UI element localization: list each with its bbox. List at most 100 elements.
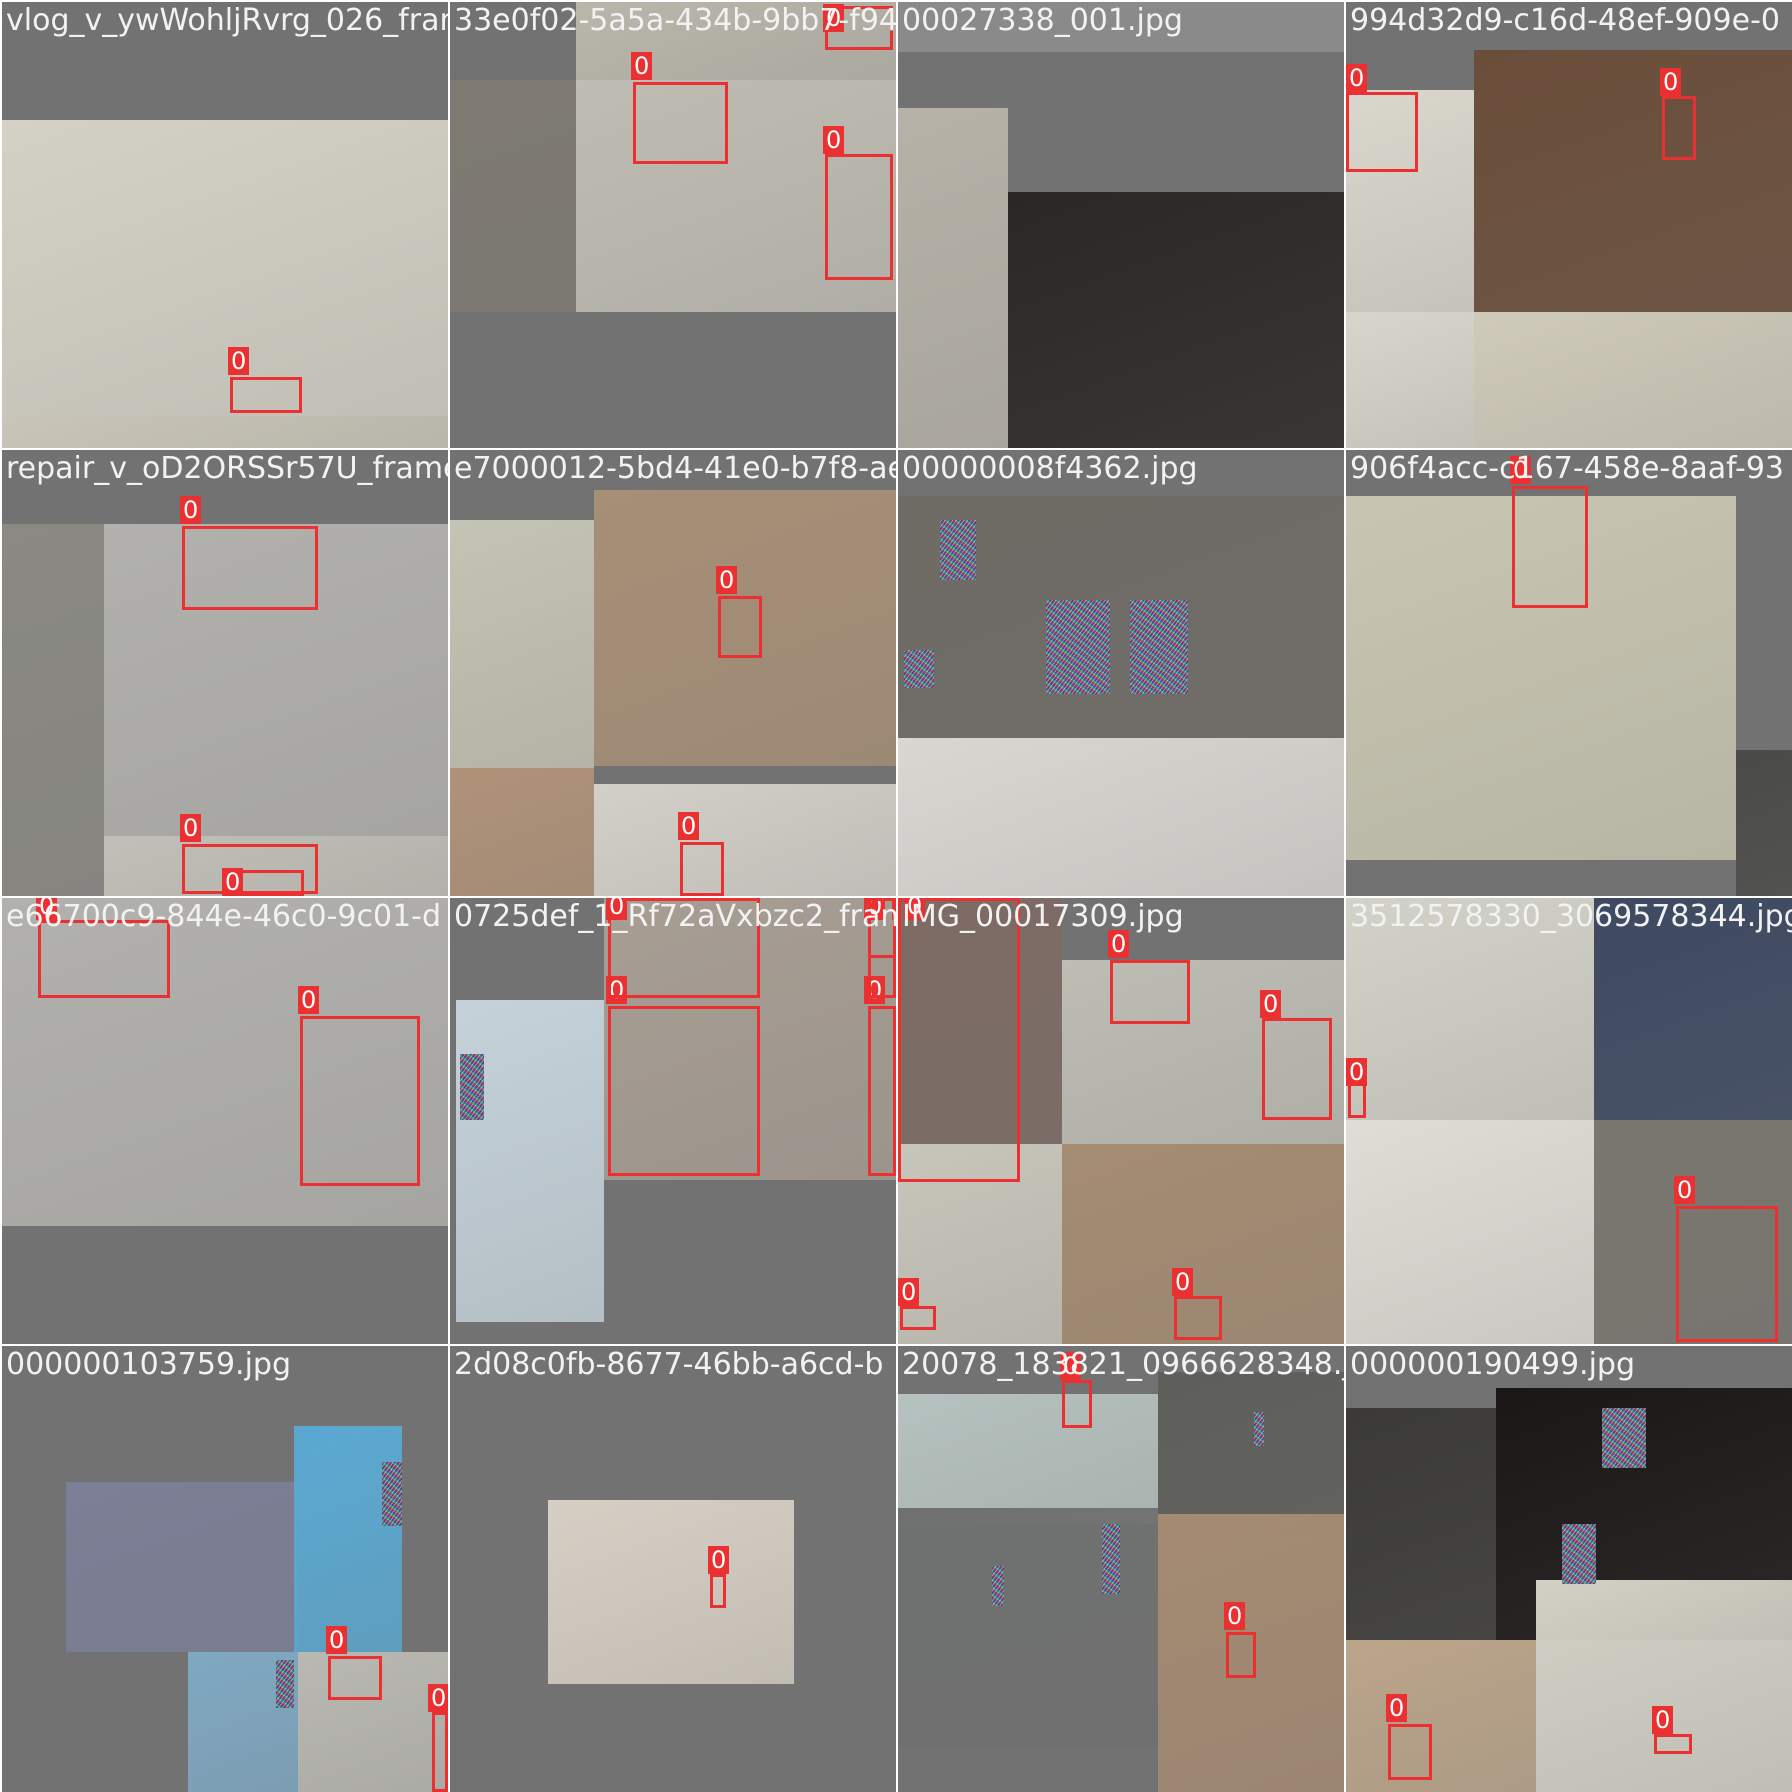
photo [1346,898,1594,1120]
detection-label: 0 [180,496,202,524]
mosaic-tile: 0 0 0 0 0 IMG_00017309.jpg [898,898,1344,1344]
mosaic-tile: 0 0 0 0 0 0725def_1_Rf72aVxbzc2_frame000… [450,898,896,1344]
detection-label: 0 [678,812,700,840]
detection-label: 0 [1386,1694,1408,1722]
image-filename: 2d08c0fb-8677-46bb-a6cd-b [454,1347,884,1382]
mosaic-tile: 0 0 000000103759.jpg [2,1346,448,1792]
detection-label: 0 [1660,68,1682,96]
detection-box [608,898,760,998]
image-filename: 994d32d9-c16d-48ef-909e-0 [1350,3,1780,38]
mosaic-tile: 0 0 20078_183821_0966628348.jpg [898,1346,1344,1792]
detection-box [710,1574,726,1608]
detection-box [1226,1632,1256,1678]
detection-box [1512,486,1588,608]
photo [1158,1372,1344,1534]
detection-box [300,1016,420,1186]
photo [2,416,448,448]
photo [548,1500,794,1684]
detection-box [680,842,724,896]
photo [1008,192,1344,448]
detection-box [230,377,302,413]
detection-label: 0 [1510,456,1532,484]
photo [1346,1120,1594,1344]
privacy-noise-patch [1602,1408,1646,1468]
detection-label: 0 [1060,1352,1082,1380]
photo [66,1482,298,1652]
detection-box [633,82,728,164]
photo [294,1426,402,1652]
detection-box [1062,1380,1092,1428]
detection-label: 0 [36,898,58,920]
detection-box [1262,1018,1332,1120]
detection-label: 0 [823,126,845,154]
privacy-noise-patch [1046,600,1110,694]
photo [450,768,594,896]
photo [1594,898,1792,1120]
privacy-noise-patch [992,1566,1004,1606]
detection-label: 0 [904,898,926,920]
mosaic-tile: 0 0 994d32d9-c16d-48ef-909e-0 [1346,2,1792,448]
privacy-noise-patch [460,1054,484,1120]
image-filename: repair_v_oD2ORSSr57U_frame000125.jpg [6,451,448,486]
photo [2,120,448,416]
detection-box [1654,1734,1692,1754]
image-filename: 000000103759.jpg [6,1347,291,1382]
detection-label: 0 [892,898,896,920]
mosaic-tile: 0 0 e7000012-5bd4-41e0-b7f8-ae000006f643… [450,450,896,896]
detection-label: 0 [1674,1176,1696,1204]
photo [450,520,594,768]
mosaic-grid: 0 vlog_v_ywWohljRvrg_026_frame000016.jpg… [0,0,1792,1792]
image-filename: e7000012-5bd4-41e0-b7f8-ae000006f6433.jp… [454,451,896,486]
detection-label: 0 [1172,1268,1194,1296]
detection-box [1346,92,1418,172]
detection-box [328,1656,382,1700]
photo [2,524,104,896]
mosaic-tile: 0 0 0 33e0f02-5a5a-434b-9bb7-f9426f89838… [450,2,896,448]
photo [898,2,1344,52]
mosaic-tile: 0 906f4acc-c167-458e-8aaf-93 [1346,450,1792,896]
photo [1736,750,1792,896]
detection-box [182,526,318,610]
image-filename: 00000008f4362.jpg [902,451,1198,486]
detection-label: 0 [1224,1602,1246,1630]
detection-label: 0 [428,1684,448,1712]
photo [898,108,1008,448]
detection-box [38,920,170,998]
detection-label: 0 [1652,1706,1674,1734]
photo [898,1394,1158,1524]
privacy-noise-patch [1130,600,1188,694]
mosaic-tile: 0 2d08c0fb-8677-46bb-a6cd-b [450,1346,896,1792]
photo [1346,1640,1536,1792]
detection-box [1662,96,1696,160]
detection-label: 0 [1108,930,1130,958]
photo [456,1000,604,1322]
photo [898,738,1344,896]
privacy-noise-patch [904,650,934,688]
detection-box [1676,1206,1778,1342]
image-filename: 000000190499.jpg [1350,1347,1635,1382]
image-filename: vlog_v_ywWohljRvrg_026_frame000016.jpg [6,3,448,38]
detection-label: 0 [631,52,653,80]
photo [1474,312,1792,448]
detection-box [868,1006,896,1176]
image-filename: 906f4acc-c167-458e-8aaf-93 [1350,451,1785,486]
detection-label: 0 [606,898,628,920]
detection-label: 0 [708,1546,730,1574]
photo [1346,1408,1496,1640]
photo [1536,1580,1792,1792]
detection-box [825,154,893,280]
detection-label: 0 [326,1626,348,1654]
mosaic-tile: 0 0 e66700c9-844e-46c0-9c01-d [2,898,448,1344]
detection-box [898,898,1020,1182]
mosaic-tile: 0 0 000000190499.jpg [1346,1346,1792,1792]
mosaic-tile: 0 0 3512578330_3069578344.jpg [1346,898,1792,1344]
detection-label: 0 [180,814,202,842]
detection-label: 0 [298,986,320,1014]
privacy-noise-patch [1254,1412,1264,1446]
detection-box [432,1712,448,1792]
photo [450,80,576,312]
detection-label: 0 [1260,990,1282,1018]
mosaic-tile: 00027338_001.jpg [898,2,1344,448]
detection-box [1388,1724,1432,1780]
detection-label: 0 [1346,64,1368,92]
